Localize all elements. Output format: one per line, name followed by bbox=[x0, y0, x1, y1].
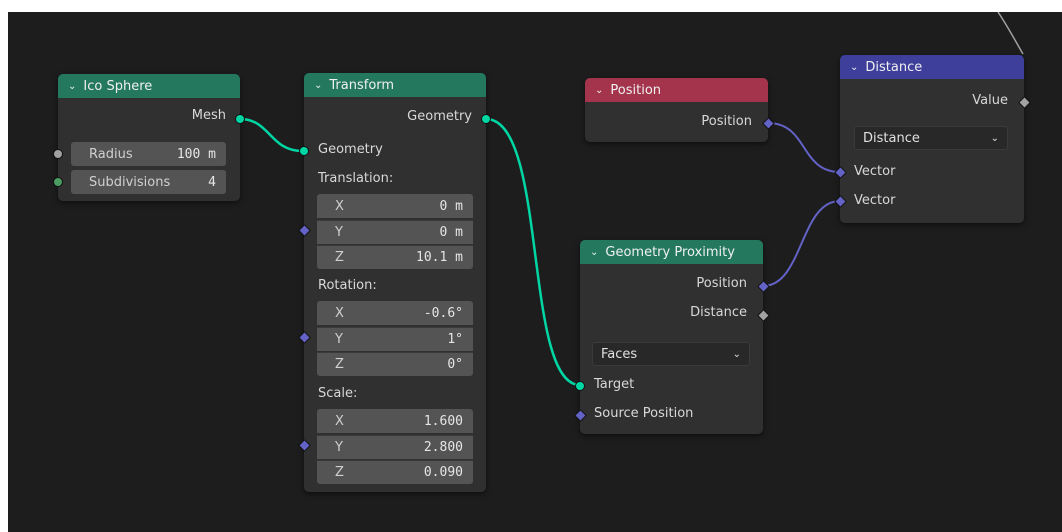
geometry-output-label: Geometry bbox=[407, 109, 472, 124]
link-position-to-vector[interactable] bbox=[767, 122, 841, 173]
node-editor-canvas[interactable]: ⌄ Ico Sphere Mesh Radius 100 m Subdivisi… bbox=[8, 12, 1062, 532]
collapse-chevron-icon[interactable]: ⌄ bbox=[68, 81, 76, 92]
distance-operation-dropdown[interactable]: Distance ⌄ bbox=[854, 126, 1008, 150]
target-input-label: Target bbox=[594, 377, 635, 392]
link-offscreen[interactable] bbox=[997, 12, 1024, 55]
scale-x-field[interactable]: X 1.600 bbox=[317, 409, 473, 433]
link-geometry-to-target[interactable] bbox=[485, 117, 581, 387]
link-proximity-position-to-vector[interactable] bbox=[762, 200, 841, 287]
radius-input-socket[interactable] bbox=[53, 149, 63, 159]
proximity-mode-dropdown[interactable]: Faces ⌄ bbox=[592, 342, 750, 366]
translation-y-field[interactable]: Y 0 m bbox=[317, 220, 473, 244]
geometry-proximity-header[interactable]: ⌄ Geometry Proximity bbox=[580, 240, 763, 264]
collapse-chevron-icon[interactable]: ⌄ bbox=[595, 85, 603, 96]
scale-label: Scale: bbox=[318, 386, 358, 401]
subdivisions-field[interactable]: Subdivisions 4 bbox=[71, 170, 226, 194]
dropdown-chevron-icon: ⌄ bbox=[990, 132, 999, 144]
proximity-position-output-label: Position bbox=[696, 276, 747, 291]
rotation-x-field[interactable]: X -0.6° bbox=[317, 301, 473, 325]
vector-input-1-label: Vector bbox=[854, 164, 896, 179]
translation-x-field[interactable]: X 0 m bbox=[317, 194, 473, 218]
geometry-input-label: Geometry bbox=[318, 142, 383, 157]
ico-sphere-title: Ico Sphere bbox=[83, 78, 153, 94]
distance-header[interactable]: ⌄ Distance bbox=[840, 55, 1024, 79]
target-input-socket[interactable] bbox=[575, 381, 585, 391]
geometry-output-socket[interactable] bbox=[481, 114, 491, 124]
ico-sphere-header[interactable]: ⌄ Ico Sphere bbox=[58, 74, 240, 98]
translation-z-field[interactable]: Z 10.1 m bbox=[317, 245, 473, 269]
transform-title: Transform bbox=[329, 77, 395, 93]
link-mesh-to-geometry[interactable] bbox=[239, 117, 303, 153]
rotation-y-field[interactable]: Y 1° bbox=[317, 327, 473, 351]
distance-title: Distance bbox=[865, 59, 923, 75]
collapse-chevron-icon[interactable]: ⌄ bbox=[850, 62, 858, 73]
subdivisions-input-socket[interactable] bbox=[53, 177, 63, 187]
distance-node[interactable]: ⌄ Distance Value Distance ⌄ Vector Vecto… bbox=[834, 55, 1031, 223]
mesh-output-socket[interactable] bbox=[235, 114, 245, 124]
position-output-label: Position bbox=[701, 114, 752, 129]
mesh-output-label: Mesh bbox=[191, 108, 226, 123]
radius-field[interactable]: Radius 100 m bbox=[71, 142, 226, 166]
source-position-input-label: Source Position bbox=[594, 406, 694, 421]
transform-node[interactable]: ⌄ Transform Geometry Geometry Translatio… bbox=[298, 73, 491, 492]
translation-label: Translation: bbox=[318, 171, 394, 186]
rotation-label: Rotation: bbox=[318, 278, 377, 293]
geometry-proximity-title: Geometry Proximity bbox=[605, 244, 735, 260]
distance-output-label: Distance bbox=[690, 305, 747, 320]
collapse-chevron-icon[interactable]: ⌄ bbox=[314, 80, 322, 91]
position-title: Position bbox=[610, 82, 662, 98]
scale-z-field[interactable]: Z 0.090 bbox=[317, 460, 473, 484]
position-node[interactable]: ⌄ Position Position bbox=[585, 78, 775, 142]
dropdown-chevron-icon: ⌄ bbox=[732, 348, 741, 360]
collapse-chevron-icon[interactable]: ⌄ bbox=[590, 247, 598, 258]
position-header[interactable]: ⌄ Position bbox=[585, 78, 768, 102]
vector-input-2-label: Vector bbox=[854, 193, 896, 208]
value-output-label: Value bbox=[972, 93, 1008, 108]
rotation-z-field[interactable]: Z 0° bbox=[317, 352, 473, 376]
transform-header[interactable]: ⌄ Transform bbox=[304, 73, 486, 97]
scale-y-field[interactable]: Y 2.800 bbox=[317, 435, 473, 459]
geometry-input-socket[interactable] bbox=[299, 146, 309, 156]
ico-sphere-node[interactable]: ⌄ Ico Sphere Mesh Radius 100 m Subdivisi… bbox=[53, 74, 245, 201]
geometry-proximity-node[interactable]: ⌄ Geometry Proximity Position Distance F… bbox=[574, 240, 770, 434]
